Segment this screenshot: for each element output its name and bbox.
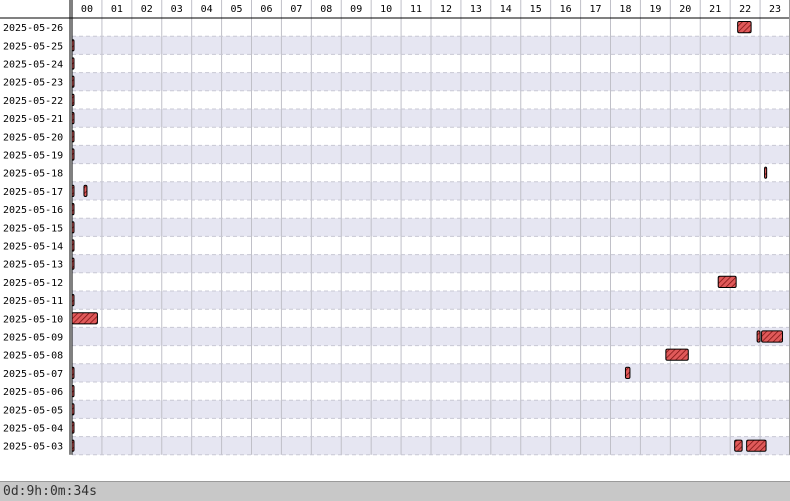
timeline-chart: 00 01 02 03 04 05 06 07 08 09 10 11 12 13 14 15 16 17 18 19… <box>0 0 790 456</box>
session-bar <box>71 184 75 198</box>
hour-label: 10 <box>380 4 392 15</box>
session-bar <box>71 39 75 52</box>
date-label: 2025-05-15 <box>3 223 63 234</box>
hour-label: 16 <box>560 4 572 15</box>
hour-label: 02 <box>141 4 153 15</box>
session-bar <box>71 75 75 88</box>
session-bar <box>737 21 752 34</box>
date-label: 2025-05-08 <box>3 351 63 362</box>
hour-label: 13 <box>470 4 482 15</box>
session-bar <box>71 421 75 434</box>
hour-label: 05 <box>231 4 243 15</box>
date-label: 2025-05-21 <box>3 114 63 125</box>
session-bar <box>756 330 761 343</box>
hour-label: 11 <box>410 4 422 15</box>
hour-label: 00 <box>81 4 93 15</box>
session-bar <box>71 439 75 452</box>
date-label: 2025-05-24 <box>3 60 63 71</box>
session-bar <box>717 275 737 288</box>
date-label: 2025-05-20 <box>3 132 63 143</box>
date-label: 2025-05-13 <box>3 260 63 271</box>
session-bar <box>71 112 75 125</box>
hour-label: 22 <box>739 4 751 15</box>
session-bar <box>764 166 768 179</box>
session-bar <box>71 257 75 270</box>
date-label: 2025-05-19 <box>3 151 63 162</box>
session-bar <box>665 348 689 361</box>
date-label: 2025-05-06 <box>3 387 63 398</box>
hour-label: 03 <box>171 4 183 15</box>
hour-label: 23 <box>769 4 781 15</box>
session-bar <box>71 366 75 379</box>
session-bar <box>71 385 75 398</box>
session-bar <box>746 439 767 452</box>
hour-label: 04 <box>201 4 213 15</box>
session-bar <box>71 312 98 325</box>
date-label: 2025-05-04 <box>3 424 63 435</box>
hour-label: 14 <box>500 4 512 15</box>
hour-label: 08 <box>320 4 332 15</box>
date-label: 2025-05-23 <box>3 78 63 89</box>
hour-label: 06 <box>260 4 272 15</box>
hour-label: 17 <box>590 4 602 15</box>
date-label: 2025-05-14 <box>3 242 63 253</box>
date-label: 2025-05-25 <box>3 41 63 52</box>
date-label: 2025-05-07 <box>3 369 63 380</box>
hour-label: 18 <box>619 4 631 15</box>
status-bar: 0d:9h:0m:34s <box>0 481 790 501</box>
hour-label: 12 <box>440 4 452 15</box>
session-bar <box>71 148 75 161</box>
session-bar <box>71 57 75 70</box>
date-label: 2025-05-26 <box>3 23 63 34</box>
session-bar <box>71 130 75 143</box>
session-bar <box>71 203 75 216</box>
date-label: 2025-05-09 <box>3 333 63 344</box>
session-bar <box>71 239 75 252</box>
total-duration: 0d:9h:0m:34s <box>3 484 97 499</box>
date-label: 2025-05-22 <box>3 96 63 107</box>
session-bar <box>71 403 75 416</box>
date-label: 2025-05-12 <box>3 278 63 289</box>
hour-label: 01 <box>111 4 123 15</box>
session-bar <box>734 439 743 452</box>
date-label: 2025-05-03 <box>3 442 63 453</box>
hour-label: 20 <box>679 4 691 15</box>
hour-label: 15 <box>530 4 542 15</box>
date-label: 2025-05-16 <box>3 205 63 216</box>
date-label: 2025-05-05 <box>3 405 63 416</box>
session-bar <box>624 366 631 379</box>
date-label: 2025-05-17 <box>3 187 63 198</box>
session-bar <box>761 330 784 343</box>
date-label: 2025-05-18 <box>3 169 63 180</box>
date-labels: 2025-05-26 2025-05-25 2025-05-24 2025-05-23… <box>3 23 63 453</box>
hour-label: 09 <box>350 4 362 15</box>
date-label: 2025-05-11 <box>3 296 63 307</box>
session-bar <box>71 294 75 307</box>
date-label: 2025-05-10 <box>3 314 63 325</box>
hour-label: 19 <box>649 4 661 15</box>
session-bar <box>71 93 75 107</box>
hour-label: 07 <box>290 4 302 15</box>
hour-label: 21 <box>709 4 721 15</box>
session-bar <box>83 184 88 198</box>
session-bar <box>71 221 75 234</box>
